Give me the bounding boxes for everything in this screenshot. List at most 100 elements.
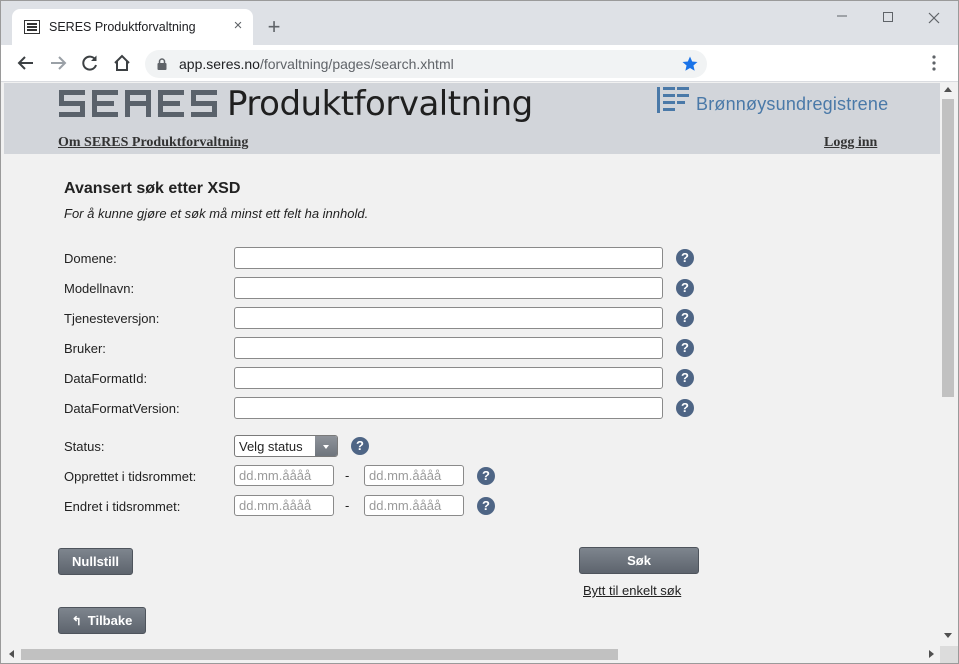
chevron-down-icon (315, 436, 337, 456)
page-title: Avansert søk etter XSD (64, 180, 241, 197)
browser-tab[interactable]: SERES Produktforvaltning × (12, 9, 253, 46)
scroll-up-icon[interactable] (944, 87, 952, 92)
minimize-button[interactable] (827, 7, 857, 29)
changed-label: Endret i tidsrommet: (64, 499, 181, 514)
help-icon[interactable]: ? (676, 309, 694, 327)
status-select-value: Velg status (239, 439, 303, 454)
switch-to-simple-search-link[interactable]: Bytt til enkelt søk (583, 583, 681, 598)
modellnavn-row: Modellnavn: ? (64, 277, 714, 301)
help-icon[interactable]: ? (477, 497, 495, 515)
return-arrow-icon: ↰ (71, 614, 82, 628)
browser-menu-icon[interactable] (927, 54, 941, 72)
address-bar[interactable]: app.seres.no/forvaltning/pages/search.xh… (145, 50, 707, 78)
arrow-left-icon (17, 56, 33, 70)
range-separator: - (345, 468, 350, 483)
dataformatid-label: DataFormatId: (64, 371, 148, 386)
url-path: /forvaltning/pages/search.xhtml (259, 56, 454, 72)
date-placeholder: dd.mm.åååå (369, 468, 442, 483)
domene-row: Domene: ? (64, 247, 714, 271)
help-icon[interactable]: ? (676, 369, 694, 387)
domene-label: Domene: (64, 251, 117, 266)
tjenesteversjon-row: Tjenesteversjon: ? (64, 307, 714, 331)
status-select[interactable]: Velg status (234, 435, 338, 457)
back-page-button[interactable]: ↰ Tilbake (58, 607, 146, 634)
tab-strip: SERES Produktforvaltning × + (1, 1, 958, 46)
close-tab-icon[interactable]: × (230, 18, 246, 34)
changed-range-row: Endret i tidsrommet: dd.mm.åååå - dd.mm.… (64, 495, 714, 519)
domene-input[interactable] (234, 247, 663, 269)
arrow-right-icon (51, 56, 67, 70)
created-to-date-input[interactable]: dd.mm.åååå (364, 465, 464, 486)
reset-button[interactable]: Nullstill (58, 548, 133, 575)
status-row: Status: Velg status ? (64, 435, 714, 459)
help-icon[interactable]: ? (676, 249, 694, 267)
help-icon[interactable]: ? (676, 399, 694, 417)
dataformatversion-row: DataFormatVersion: ? (64, 397, 714, 421)
browser-toolbar: app.seres.no/forvaltning/pages/search.xh… (1, 45, 958, 82)
modellnavn-label: Modellnavn: (64, 281, 135, 296)
site-banner: Produktforvaltning Brønnøysundregistrene… (4, 83, 940, 154)
back-button-label: Tilbake (87, 613, 133, 628)
close-window-button[interactable] (919, 7, 949, 29)
vertical-scroll-thumb[interactable] (942, 99, 954, 397)
browser-window: SERES Produktforvaltning × + app.seres.n… (0, 0, 959, 664)
maximize-button[interactable] (873, 7, 903, 29)
help-icon[interactable]: ? (676, 339, 694, 357)
new-tab-button[interactable]: + (263, 16, 285, 38)
dataformatid-row: DataFormatId: ? (64, 367, 714, 391)
login-link[interactable]: Logg inn (824, 135, 877, 151)
modellnavn-input[interactable] (234, 277, 663, 299)
page-content: Produktforvaltning Brønnøysundregistrene… (4, 83, 940, 646)
search-button[interactable]: Søk (579, 547, 699, 574)
date-placeholder: dd.mm.åååå (239, 498, 312, 513)
changed-to-date-input[interactable]: dd.mm.åååå (364, 495, 464, 516)
bruker-label: Bruker: (64, 341, 106, 356)
bookmark-star-icon[interactable] (681, 55, 699, 73)
maximize-icon (883, 12, 893, 22)
url-host: app.seres.no (179, 56, 260, 72)
date-placeholder: dd.mm.åååå (239, 468, 312, 483)
dataformatversion-input[interactable] (234, 397, 663, 419)
minimize-icon (837, 15, 847, 17)
dataformatversion-label: DataFormatVersion: (64, 401, 180, 416)
seres-favicon-icon (24, 20, 40, 34)
tjenesteversjon-label: Tjenesteversjon: (64, 311, 160, 326)
horizontal-scrollbar[interactable] (4, 646, 940, 663)
seres-logo (59, 90, 217, 117)
about-link[interactable]: Om SERES Produktforvaltning (58, 135, 248, 151)
back-button[interactable] (15, 52, 37, 74)
dataformatid-input[interactable] (234, 367, 663, 389)
status-label: Status: (64, 439, 105, 454)
close-window-icon (928, 12, 940, 24)
reload-icon (82, 55, 97, 71)
tab-title: SERES Produktforvaltning (49, 20, 196, 34)
tjenesteversjon-input[interactable] (234, 307, 663, 329)
scroll-left-icon[interactable] (9, 650, 14, 658)
reload-button[interactable] (79, 52, 101, 74)
created-from-date-input[interactable]: dd.mm.åååå (234, 465, 334, 486)
brreg-logo-icon (657, 87, 689, 113)
form-instructions: For å kunne gjøre et søk må minst ett fe… (64, 206, 369, 221)
horizontal-scroll-thumb[interactable] (21, 649, 618, 660)
bruker-input[interactable] (234, 337, 663, 359)
home-button[interactable] (111, 52, 133, 74)
scrollbar-corner (940, 646, 958, 663)
created-range-row: Opprettet i tidsrommet: dd.mm.åååå - dd.… (64, 465, 714, 489)
brreg-name: Brønnøysundregistrene (696, 94, 889, 114)
help-icon[interactable]: ? (676, 279, 694, 297)
date-placeholder: dd.mm.åååå (369, 498, 442, 513)
help-icon[interactable]: ? (351, 437, 369, 455)
forward-button[interactable] (47, 52, 69, 74)
lock-icon (157, 58, 167, 70)
vertical-scrollbar[interactable] (940, 83, 958, 646)
app-title: Produktforvaltning (227, 84, 533, 124)
help-icon[interactable]: ? (477, 467, 495, 485)
changed-from-date-input[interactable]: dd.mm.åååå (234, 495, 334, 516)
bruker-row: Bruker: ? (64, 337, 714, 361)
range-separator: - (345, 498, 350, 513)
scroll-right-icon[interactable] (929, 650, 934, 658)
home-icon (114, 54, 130, 71)
scroll-down-icon[interactable] (944, 633, 952, 638)
created-label: Opprettet i tidsrommet: (64, 469, 197, 484)
url-text: app.seres.no/forvaltning/pages/search.xh… (179, 56, 454, 72)
